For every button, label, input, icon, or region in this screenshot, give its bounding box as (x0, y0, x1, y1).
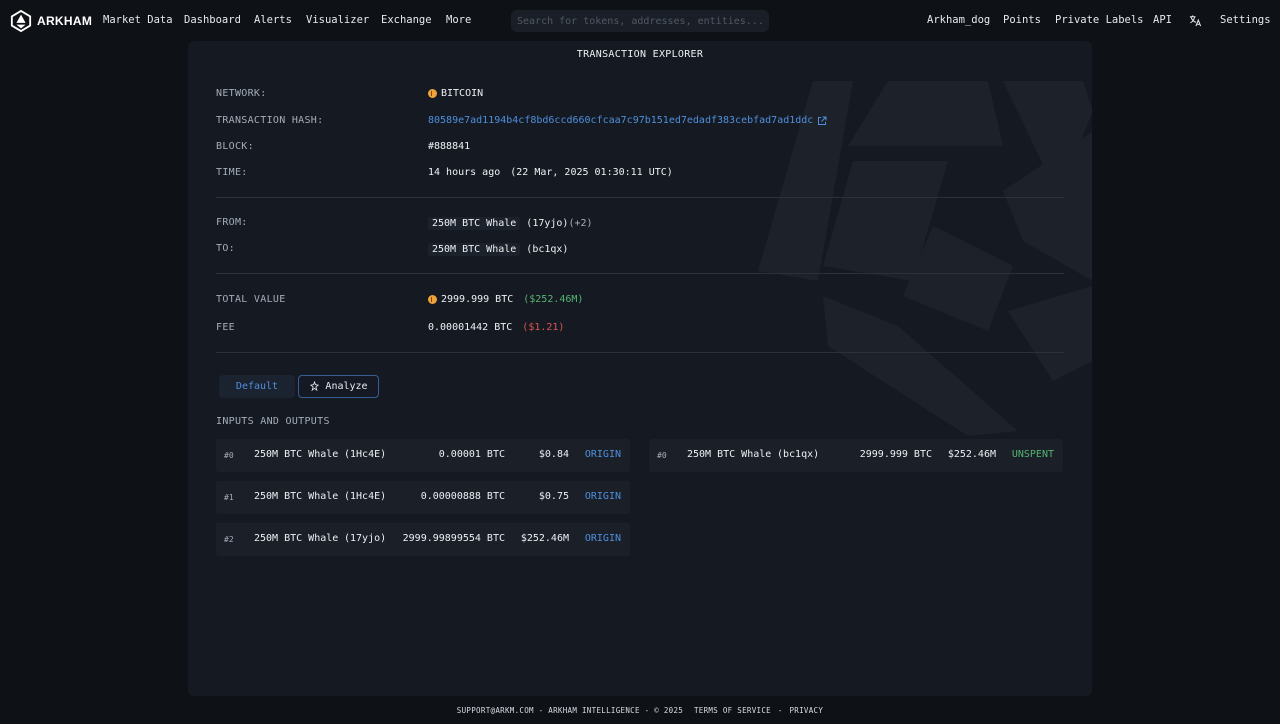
arkham-logo[interactable]: ARKHAM (10, 10, 92, 32)
input-entity[interactable]: 250M BTC Whale (254, 533, 338, 544)
nav-private-labels[interactable]: Private Labels (1055, 14, 1144, 26)
arkham-logo-icon (10, 10, 32, 32)
input-row[interactable]: #1 250M BTC Whale (1Hc4E) 0.00000888 BTC… (216, 481, 630, 514)
top-navigation-bar: ARKHAM Market Data Dashboard Alerts Visu… (0, 0, 1280, 41)
origin-link[interactable]: ORIGIN (585, 533, 621, 544)
input-entity[interactable]: 250M BTC Whale (254, 491, 338, 502)
output-amount: 2999.999 BTC (860, 449, 932, 460)
arkham-watermark-icon (753, 81, 1092, 441)
fee-value: 0.00001442 BTC ($1.21) (428, 322, 564, 333)
nav-exchange[interactable]: Exchange (381, 14, 432, 26)
from-extra-count[interactable]: (+2) (568, 218, 592, 229)
analyze-button-label: Analyze (325, 381, 367, 392)
analyze-button[interactable]: Analyze (298, 375, 379, 398)
tx-hash-value: 80589e7ad1194b4cf8bd6ccd660cfcaa7c97b151… (428, 115, 827, 126)
from-address[interactable]: (17yjo) (526, 218, 568, 229)
privacy-link[interactable]: PRIVACY (789, 706, 823, 715)
total-value-usd: ($252.46M) (523, 294, 583, 305)
origin-link[interactable]: ORIGIN (585, 491, 621, 502)
total-value-amount: 2999.999 BTC (441, 294, 513, 305)
to-label: TO: (216, 243, 235, 254)
inputs-outputs-title: INPUTS AND OUTPUTS (216, 416, 330, 427)
output-index: #0 (657, 451, 667, 460)
footer-separator: - (778, 706, 783, 715)
search-input[interactable] (511, 10, 769, 32)
bitcoin-icon (428, 89, 437, 98)
to-address[interactable]: (bc1qx) (526, 244, 568, 255)
input-amount: 0.00001 BTC (439, 449, 505, 460)
total-value: 2999.999 BTC ($252.46M) (428, 294, 583, 305)
nav-settings[interactable]: Settings (1220, 14, 1271, 26)
tx-hash-label: TRANSACTION HASH: (216, 115, 323, 126)
divider (216, 197, 1064, 198)
input-amount: 2999.99899554 BTC (403, 533, 505, 544)
ai-sparkle-icon (309, 381, 320, 392)
origin-link[interactable]: ORIGIN (585, 449, 621, 460)
external-link-icon[interactable] (817, 116, 827, 126)
time-label: TIME: (216, 167, 248, 178)
footer: SUPPORT@ARKM.COM - ARKHAM INTELLIGENCE -… (0, 706, 1280, 715)
fee-usd: ($1.21) (522, 322, 564, 333)
output-address[interactable]: (bc1qx) (777, 449, 819, 460)
tx-hash-link[interactable]: 80589e7ad1194b4cf8bd6ccd660cfcaa7c97b151… (428, 115, 813, 126)
nav-user-account[interactable]: Arkham_dog (927, 14, 990, 26)
time-value: 14 hours ago (22 Mar, 2025 01:30:11 UTC) (428, 167, 673, 178)
input-index: #2 (224, 535, 234, 544)
bitcoin-icon (428, 295, 437, 304)
input-entity[interactable]: 250M BTC Whale (254, 449, 338, 460)
default-view-button[interactable]: Default (219, 375, 295, 398)
input-row[interactable]: #0 250M BTC Whale (1Hc4E) 0.00001 BTC $0… (216, 439, 630, 472)
input-address[interactable]: (1Hc4E) (344, 449, 386, 460)
transaction-explorer-panel: TRANSACTION EXPLORER NETWORK: BITCOIN TR… (188, 41, 1092, 696)
block-label: BLOCK: (216, 141, 254, 152)
nav-alerts[interactable]: Alerts (254, 14, 292, 26)
nav-api[interactable]: API (1153, 14, 1172, 26)
fee-label: FEE (216, 322, 235, 333)
output-usd-value: $252.46M (948, 449, 996, 460)
input-index: #1 (224, 493, 234, 502)
from-value: 250M BTC Whale (17yjo) (+2) (428, 217, 593, 230)
nav-points[interactable]: Points (1003, 14, 1041, 26)
unspent-status: UNSPENT (1012, 449, 1054, 460)
network-value: BITCOIN (428, 88, 483, 99)
output-row[interactable]: #0 250M BTC Whale (bc1qx) 2999.999 BTC $… (649, 439, 1063, 472)
input-row[interactable]: #2 250M BTC Whale (17yjo) 2999.99899554 … (216, 523, 630, 556)
brand-name: ARKHAM (37, 14, 92, 28)
translate-icon[interactable] (1189, 14, 1202, 27)
input-usd-value: $0.75 (539, 491, 569, 502)
network-name: BITCOIN (441, 88, 483, 99)
nav-market-data[interactable]: Market Data (103, 14, 173, 26)
input-amount: 0.00000888 BTC (421, 491, 505, 502)
input-index: #0 (224, 451, 234, 460)
page-title: TRANSACTION EXPLORER (188, 49, 1092, 60)
input-usd-value: $0.84 (539, 449, 569, 460)
input-address[interactable]: (17yjo) (344, 533, 386, 544)
nav-more[interactable]: More (446, 14, 471, 26)
time-relative: 14 hours ago (428, 167, 500, 178)
network-label: NETWORK: (216, 88, 267, 99)
input-usd-value: $252.46M (521, 533, 569, 544)
fee-amount: 0.00001442 BTC (428, 322, 512, 333)
output-entity[interactable]: 250M BTC Whale (687, 449, 771, 460)
from-label: FROM: (216, 217, 248, 228)
time-absolute: (22 Mar, 2025 01:30:11 UTC) (510, 167, 673, 178)
total-value-label: TOTAL VALUE (216, 294, 286, 305)
divider (216, 273, 1064, 274)
input-address[interactable]: (1Hc4E) (344, 491, 386, 502)
to-entity[interactable]: 250M BTC Whale (428, 243, 520, 256)
to-value: 250M BTC Whale (bc1qx) (428, 243, 568, 256)
nav-dashboard[interactable]: Dashboard (184, 14, 241, 26)
footer-copyright: SUPPORT@ARKM.COM - ARKHAM INTELLIGENCE -… (457, 706, 683, 715)
from-entity[interactable]: 250M BTC Whale (428, 217, 520, 230)
nav-visualizer[interactable]: Visualizer (306, 14, 369, 26)
block-value[interactable]: #888841 (428, 141, 470, 152)
divider (216, 352, 1064, 353)
terms-of-service-link[interactable]: TERMS OF SERVICE (694, 706, 771, 715)
